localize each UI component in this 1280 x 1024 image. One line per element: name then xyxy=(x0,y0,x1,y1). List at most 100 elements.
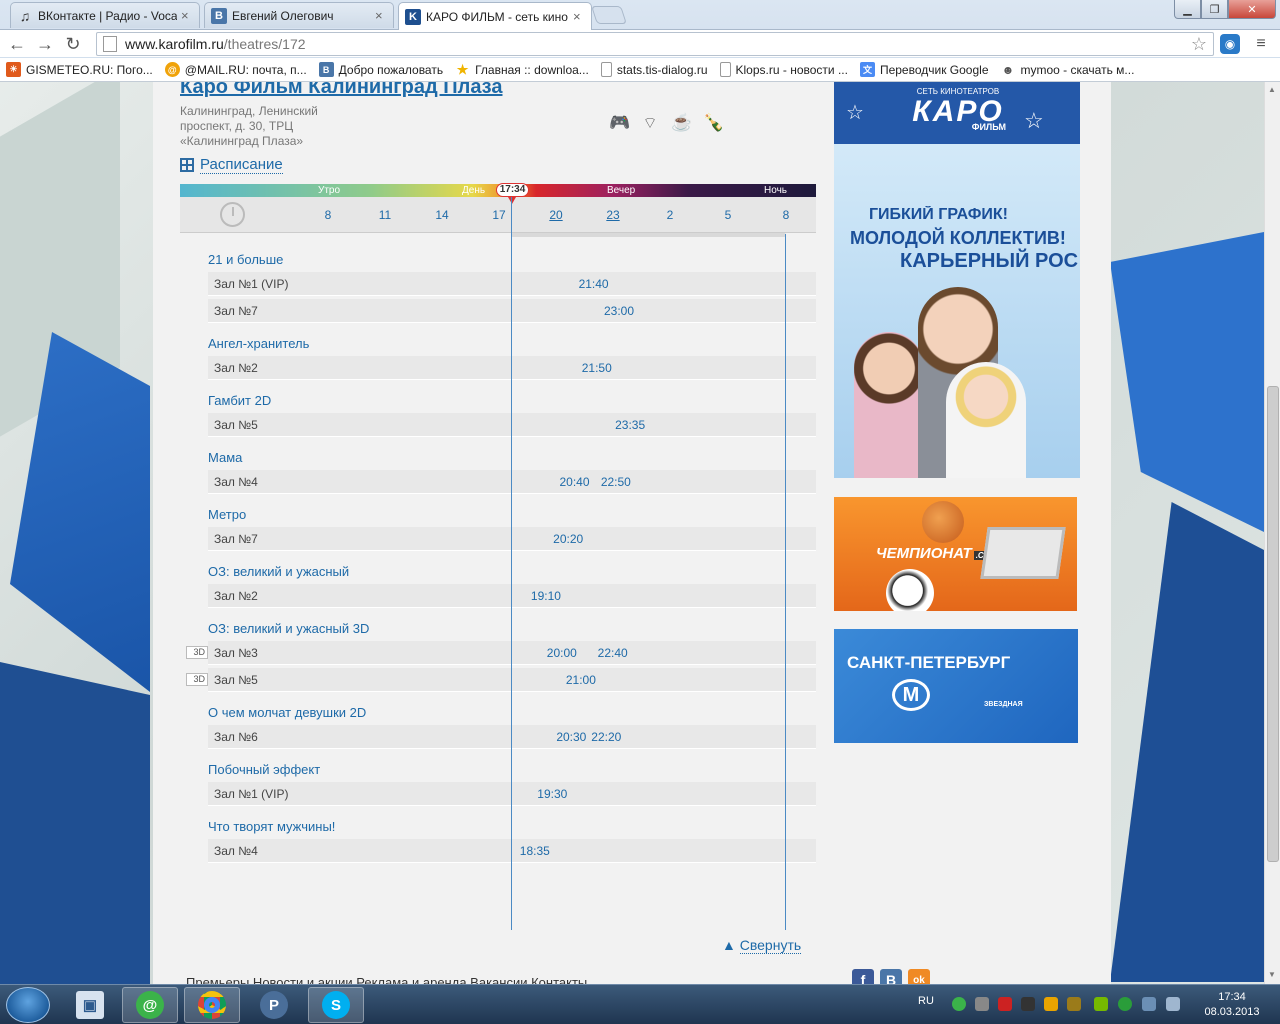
bookmark-klops[interactable]: Klops.ru - новости ... xyxy=(719,62,848,77)
bookmark-gismeteo[interactable]: ☀ GISMETEO.RU: Пого... xyxy=(6,62,153,77)
record-tray-icon[interactable] xyxy=(998,997,1012,1011)
icq-tray-icon[interactable] xyxy=(952,997,966,1011)
3d-badge: 3D xyxy=(186,673,208,686)
hour-tick[interactable]: 20 xyxy=(546,208,566,222)
tab-vkontakte-radio[interactable]: ♫ ВКонтакте | Радио - Vocal × xyxy=(10,2,200,28)
scroll-down-icon[interactable]: ▼ xyxy=(1268,970,1276,979)
new-tab-button[interactable] xyxy=(591,6,627,24)
bookmark-vk[interactable]: B Добро пожаловать xyxy=(318,62,443,77)
showtime[interactable]: 20:00 xyxy=(547,646,577,660)
app-tray-icon[interactable] xyxy=(1021,997,1035,1011)
bookmark-label: mymoo - скачать м... xyxy=(1020,62,1135,77)
tab-profile[interactable]: B Евгений Олегович × xyxy=(204,2,394,28)
karo-jobs-banner[interactable]: СЕТЬ КИНОТЕАТРОВ КАРО ФИЛЬМ ☆ ☆ ГИБКИЙ Г… xyxy=(834,82,1080,478)
showtime[interactable]: 19:30 xyxy=(537,787,567,801)
address-bar[interactable]: www.karofilm.ru/theatres/172 ☆ xyxy=(96,32,1214,56)
steam-tray-icon[interactable] xyxy=(975,997,989,1011)
movie-title[interactable]: Гамбит 2D xyxy=(208,393,271,408)
language-indicator[interactable]: RU xyxy=(918,995,934,1007)
taskbar-app-p[interactable]: P xyxy=(246,987,302,1023)
footer-nav[interactable]: Премьеры Новости и акции Реклама и аренд… xyxy=(186,975,587,984)
bookmark-google-translate[interactable]: 文 Переводчик Google xyxy=(859,62,989,77)
close-window-button[interactable]: ✕ xyxy=(1228,0,1276,19)
collapse-link[interactable]: ▲ Свернуть xyxy=(722,937,802,954)
mymoo-icon: ☻ xyxy=(1001,62,1015,77)
showtime[interactable]: 21:50 xyxy=(582,361,612,375)
hall-row: Зал №1 (VIP) 19:30 xyxy=(208,782,816,806)
3d-badge: 3D xyxy=(186,646,208,659)
tab-karofilm[interactable]: K КАРО ФИЛЬМ - сеть кино × xyxy=(398,2,592,30)
bookmark-label: Главная :: downloa... xyxy=(475,62,589,77)
wrench-menu-icon[interactable]: ≡ xyxy=(1250,33,1272,55)
soccer-ball-icon xyxy=(886,569,934,611)
movie-title[interactable]: ОЗ: великий и ужасный 3D xyxy=(208,621,369,636)
volume-tray-icon[interactable] xyxy=(1166,997,1180,1011)
band-night: Ночь xyxy=(764,185,787,196)
championat-banner[interactable]: ЧЕМПИОНАТ.COM xyxy=(834,497,1077,611)
close-icon[interactable]: × xyxy=(573,9,585,24)
taskbar-app-notepad[interactable]: ▣ xyxy=(62,987,118,1023)
taskbar-app-skype[interactable]: S xyxy=(308,987,364,1023)
showtime[interactable]: 18:35 xyxy=(520,844,550,858)
start-button[interactable] xyxy=(6,987,50,1023)
showtime[interactable]: 22:50 xyxy=(601,475,631,489)
reload-icon[interactable]: ↻ xyxy=(62,33,84,55)
page-viewport: Каро Фильм Калининград Плаза Калининград… xyxy=(0,82,1264,984)
showtime[interactable]: 21:40 xyxy=(579,277,609,291)
network-tray-icon[interactable] xyxy=(1142,997,1156,1011)
bookmark-mail[interactable]: @ @MAIL.RU: почта, п... xyxy=(164,62,307,77)
bookmark-star-icon[interactable]: ☆ xyxy=(1191,34,1207,55)
timeline-range-bar[interactable] xyxy=(511,233,786,237)
scroll-up-icon[interactable]: ▲ xyxy=(1268,85,1276,94)
movie-title[interactable]: 21 и больше xyxy=(208,252,283,267)
forward-arrow-icon[interactable]: → xyxy=(34,33,56,55)
current-time-marker: 17:34 xyxy=(496,183,529,197)
showtime[interactable]: 23:35 xyxy=(615,418,645,432)
band-day: День xyxy=(462,185,486,196)
maximize-button[interactable]: ❐ xyxy=(1201,0,1228,19)
close-icon[interactable]: × xyxy=(181,8,193,23)
utorrent-tray-icon[interactable] xyxy=(1118,997,1132,1011)
showtime[interactable]: 23:00 xyxy=(604,304,634,318)
taskbar-app-chrome[interactable] xyxy=(184,987,240,1023)
bookmark-mymoo[interactable]: ☻ mymoo - скачать м... xyxy=(1001,62,1135,77)
app-tray-icon[interactable] xyxy=(1044,997,1058,1011)
showtime[interactable]: 20:40 xyxy=(560,475,590,489)
taskbar-clock[interactable]: 17:34 08.03.2013 xyxy=(1200,990,1264,1020)
showtime[interactable]: 22:20 xyxy=(591,730,621,744)
band-morning: Утро xyxy=(318,185,341,196)
movie-title[interactable]: Ангел-хранитель xyxy=(208,336,309,351)
showtime[interactable]: 20:30 xyxy=(556,730,586,744)
movie-title[interactable]: Метро xyxy=(208,507,246,522)
schedule-link[interactable]: Расписание xyxy=(180,156,283,174)
page-icon xyxy=(719,62,731,77)
showtime[interactable]: 22:40 xyxy=(598,646,628,660)
bookmark-stats[interactable]: stats.tis-dialog.ru xyxy=(600,62,708,77)
app-tray-icon[interactable] xyxy=(1067,997,1081,1011)
minimize-button[interactable]: ▁ xyxy=(1174,0,1201,19)
vertical-scrollbar[interactable]: ▲ ▼ xyxy=(1264,82,1280,984)
movie-title[interactable]: Что творят мужчины! xyxy=(208,819,335,834)
person-image xyxy=(854,332,924,478)
extension-icon[interactable]: ◉ xyxy=(1220,34,1240,54)
hour-tick[interactable]: 23 xyxy=(603,208,623,222)
spb-banner[interactable]: САНКТ-ПЕТЕРБУРГ M ЗВЕЗДНАЯ xyxy=(834,629,1078,743)
showtime[interactable]: 19:10 xyxy=(531,589,561,603)
showtime[interactable]: 20:20 xyxy=(553,532,583,546)
facebook-icon[interactable]: f xyxy=(852,969,874,984)
vk-icon[interactable]: B xyxy=(880,969,902,984)
showtime[interactable]: 21:00 xyxy=(566,673,596,687)
movie-title[interactable]: О чем молчат девушки 2D xyxy=(208,705,366,720)
movie-title[interactable]: Побочный эффект xyxy=(208,762,320,777)
movie-title[interactable]: Мама xyxy=(208,450,242,465)
movie-title[interactable]: ОЗ: великий и ужасный xyxy=(208,564,349,579)
back-arrow-icon[interactable]: ← xyxy=(6,33,28,55)
bookmark-download[interactable]: ★ Главная :: downloa... xyxy=(455,62,589,77)
odnoklassniki-icon[interactable]: ok xyxy=(908,969,930,984)
close-icon[interactable]: × xyxy=(375,8,387,23)
cinema-title[interactable]: Каро Фильм Калининград Плаза xyxy=(180,82,502,99)
scrollbar-thumb[interactable] xyxy=(1267,386,1279,862)
bookmark-label: stats.tis-dialog.ru xyxy=(616,62,708,77)
nvidia-tray-icon[interactable] xyxy=(1094,997,1108,1011)
taskbar-app-icq[interactable]: @ xyxy=(122,987,178,1023)
